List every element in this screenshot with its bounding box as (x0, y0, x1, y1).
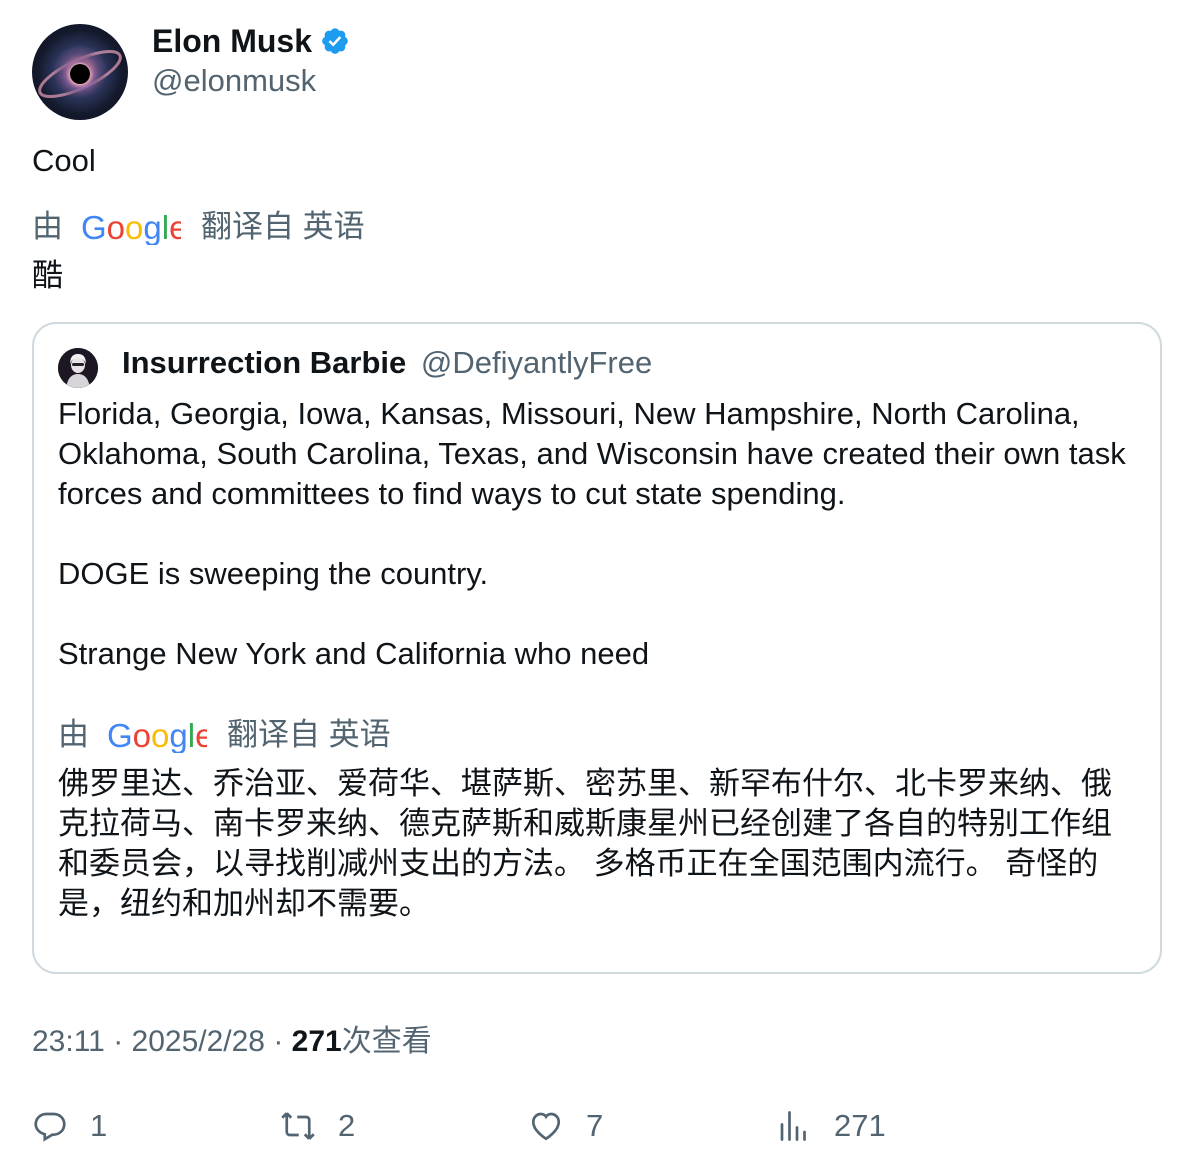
verified-badge-icon[interactable] (320, 26, 350, 56)
reply-count: 1 (90, 1108, 108, 1143)
quoted-paragraph: Florida, Georgia, Iowa, Kansas, Missouri… (58, 396, 1126, 511)
repost-button[interactable]: 2 (280, 1108, 355, 1144)
author-name[interactable]: Elon Musk (152, 22, 350, 60)
author-name-text[interactable]: Elon Musk (152, 22, 312, 60)
reply-button[interactable]: 1 (32, 1108, 107, 1144)
quoted-translation-attribution: 由 Google 翻译自 英语 (58, 716, 391, 754)
svg-text:Google: Google (81, 209, 181, 245)
translation-by-label: 由 (58, 717, 89, 752)
translation-source-label[interactable]: 翻译自 英语 (227, 716, 391, 754)
meta-separator: · (265, 1025, 292, 1058)
quoted-author[interactable]: Insurrection Barbie @DefiyantlyFree (122, 344, 652, 382)
quoted-paragraph: DOGE is sweeping the country. (58, 556, 489, 591)
author-avatar[interactable] (32, 24, 128, 120)
reply-icon (34, 1112, 66, 1142)
translated-text: 酷 (32, 258, 63, 293)
tweet-text: Cool (32, 143, 96, 178)
translation-source-label[interactable]: 翻译自 英语 (201, 208, 365, 246)
quoted-author-handle[interactable]: @DefiyantlyFree (421, 345, 652, 380)
translation-attribution: 由 Google 翻译自 英语 (32, 208, 365, 246)
quoted-tweet-body: Florida, Georgia, Iowa, Kansas, Missouri… (58, 394, 1148, 674)
quoted-translated-text: 佛罗里达、乔治亚、爱荷华、堪萨斯、密苏里、新罕布什尔、北卡罗来纳、俄克拉荷马、南… (58, 766, 1112, 921)
views-action-count: 271 (834, 1108, 886, 1143)
google-logo-icon: Google (107, 717, 207, 753)
heart-icon (531, 1112, 561, 1141)
views-count: 271 (291, 1025, 342, 1058)
google-logo-icon: Google (81, 209, 181, 245)
views-button[interactable]: 271 (776, 1108, 886, 1144)
quoted-paragraph: Strange New York and California who need (58, 636, 650, 671)
like-count: 7 (586, 1108, 604, 1143)
svg-text:Google: Google (107, 717, 207, 753)
author-handle[interactable]: @elonmusk (152, 62, 316, 100)
translation-by-label: 由 (32, 209, 63, 244)
tweet-meta: 23:11 · 2025/2/28 · 271次查看 (32, 1022, 432, 1062)
repost-count: 2 (338, 1108, 356, 1143)
black-hole-image (38, 48, 122, 100)
tweet-time[interactable]: 23:11 (32, 1025, 105, 1058)
meta-separator: · (104, 1025, 132, 1058)
action-bar: 1 2 7 271 (32, 1108, 1162, 1156)
quoted-author-name[interactable]: Insurrection Barbie (122, 345, 406, 380)
like-button[interactable]: 7 (528, 1108, 603, 1144)
views-label: 次查看 (341, 1025, 432, 1058)
tweet-date[interactable]: 2025/2/28 (132, 1025, 265, 1058)
bar-chart-icon (780, 1111, 806, 1141)
person-portrait-icon (58, 348, 98, 388)
quoted-tweet[interactable]: Insurrection Barbie @DefiyantlyFree Flor… (32, 322, 1162, 974)
repost-icon (281, 1112, 315, 1140)
quoted-author-avatar[interactable] (58, 348, 98, 388)
